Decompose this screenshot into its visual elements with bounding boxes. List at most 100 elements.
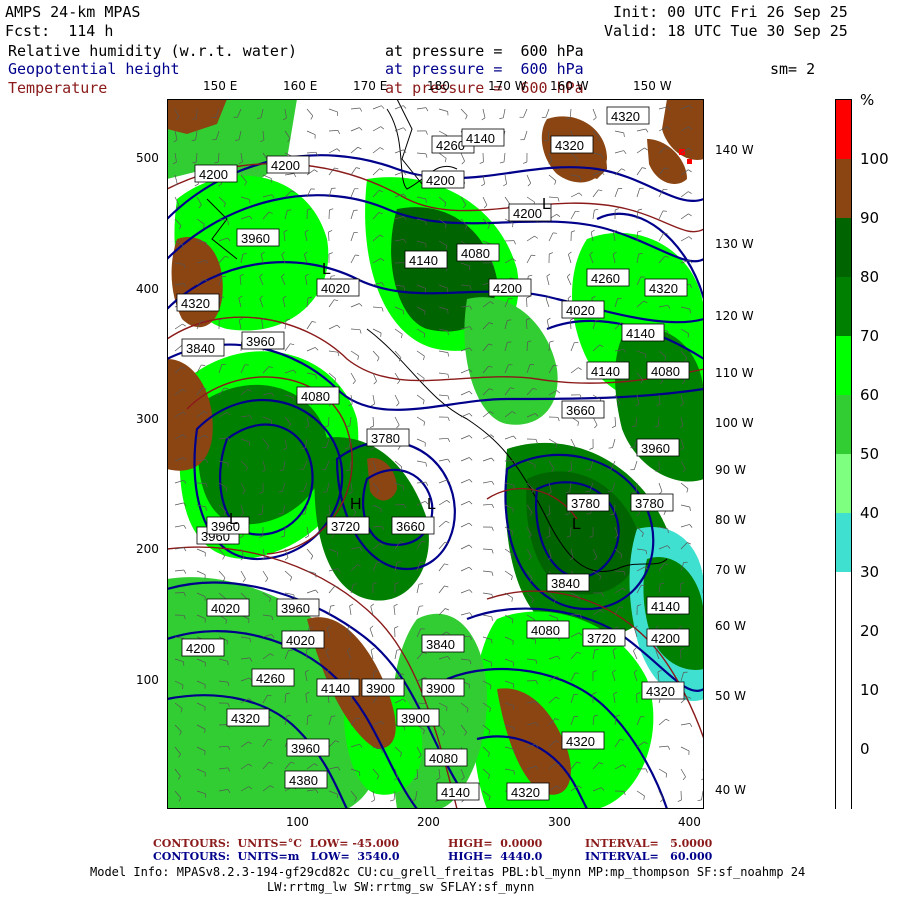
valid-time: Valid: 18 UTC Tue 30 Sep 25 xyxy=(604,22,848,40)
svg-text:4020: 4020 xyxy=(211,601,240,616)
colorbar-segment xyxy=(836,454,851,514)
colorbar-segment xyxy=(836,277,851,337)
svg-text:3900: 3900 xyxy=(426,681,455,696)
svg-text:3660: 3660 xyxy=(396,519,425,534)
svg-text:4380: 4380 xyxy=(289,773,318,788)
svg-text:4140: 4140 xyxy=(409,253,438,268)
wind-barb xyxy=(526,297,528,308)
lon-label-right: 70 W xyxy=(715,563,746,577)
contour-label: 3840 xyxy=(421,634,465,653)
contour-label: 4020 xyxy=(281,630,325,649)
contour-label: 3720 xyxy=(582,628,626,647)
colorbar-label: 0 xyxy=(860,740,870,758)
contour-label: 4080 xyxy=(296,386,340,405)
wind-barb-flag xyxy=(419,605,424,607)
wind-barb-flag xyxy=(531,254,536,256)
contour-label: 4200 xyxy=(646,628,690,647)
svg-text:4080: 4080 xyxy=(651,364,680,379)
contour-label: 4260 xyxy=(586,268,630,287)
contour-label: 4320 xyxy=(176,293,220,312)
y-tick: 100 xyxy=(136,673,159,687)
temp-contour-interval: INTERVAL= 5.0000 xyxy=(585,837,713,850)
wind-barb-flag xyxy=(575,210,580,213)
lon-label-top: 160 E xyxy=(283,79,318,93)
field-temp-name: Temperature xyxy=(8,79,108,97)
contour-label: 4140 xyxy=(621,323,665,342)
wind-barb-flag xyxy=(667,331,669,336)
x-tick: 400 xyxy=(678,815,701,829)
colorbar-label: 80 xyxy=(860,268,880,286)
contour-label: 3660 xyxy=(391,516,435,535)
colorbar-segment xyxy=(836,395,851,455)
contour-label: 4140 xyxy=(316,678,360,697)
colorbar-segment xyxy=(836,336,851,396)
contour-label: 4200 xyxy=(266,155,310,174)
colorbar-label: 20 xyxy=(860,622,880,640)
lon-label-right: 90 W xyxy=(715,463,746,477)
contour-label: 3900 xyxy=(421,678,465,697)
model-title: AMPS 24-km MPAS xyxy=(5,3,141,21)
contour-label: 4140 xyxy=(436,782,480,801)
wind-barb-flag xyxy=(353,583,358,585)
svg-text:4320: 4320 xyxy=(611,109,640,124)
contour-label: 3840 xyxy=(546,573,590,592)
svg-text:3960: 3960 xyxy=(641,441,670,456)
wind-barb-flag xyxy=(512,619,514,624)
contour-label: 4320 xyxy=(226,708,270,727)
lon-label-right: 120 W xyxy=(715,309,754,323)
lon-label-top: 170 E xyxy=(353,79,388,93)
contour-label: 4200 xyxy=(181,638,225,657)
svg-text:3780: 3780 xyxy=(571,496,600,511)
contour-label: 3720 xyxy=(326,516,370,535)
svg-text:3900: 3900 xyxy=(366,681,395,696)
low-marker: L xyxy=(542,196,551,213)
svg-text:3960: 3960 xyxy=(291,741,320,756)
lon-label-top: 150 W xyxy=(633,79,672,93)
smoothing-label: sm= 2 xyxy=(770,60,816,78)
colorbar-segment xyxy=(836,631,851,691)
contour-label: 4020 xyxy=(316,278,360,297)
wind-barb-flag xyxy=(663,188,668,191)
contour-label: 3840 xyxy=(181,338,225,357)
svg-text:4200: 4200 xyxy=(199,167,228,182)
svg-text:4200: 4200 xyxy=(426,173,455,188)
colorbar-label: 40 xyxy=(860,504,880,522)
svg-text:4140: 4140 xyxy=(441,785,470,800)
contour-label: 3960 xyxy=(241,331,285,350)
lon-label-right: 140 W xyxy=(715,143,754,157)
contour-label: 3780 xyxy=(566,493,610,512)
lon-label-top: 160 W xyxy=(550,79,589,93)
rh-height-temp-map: 4200 4200 3960 4020 3840 3960 4080 3780 … xyxy=(167,99,704,809)
wind-barb-flag xyxy=(490,685,492,690)
svg-text:3780: 3780 xyxy=(635,496,664,511)
high-marker: H xyxy=(350,496,362,513)
lon-label-right: 130 W xyxy=(715,237,754,251)
wind-barb xyxy=(526,680,537,682)
colorbar xyxy=(835,99,852,810)
contour-label: 4200 xyxy=(421,170,465,189)
svg-text:4320: 4320 xyxy=(181,296,210,311)
wind-barb-flag xyxy=(355,254,360,256)
contour-label: 4320 xyxy=(550,135,594,154)
svg-text:4020: 4020 xyxy=(566,303,595,318)
y-tick: 200 xyxy=(136,542,159,556)
svg-text:4020: 4020 xyxy=(286,633,315,648)
svg-text:3780: 3780 xyxy=(371,431,400,446)
wind-barb xyxy=(174,592,185,594)
svg-text:4320: 4320 xyxy=(231,711,260,726)
contour-label: 4140 xyxy=(461,128,505,147)
contour-label: 3960 xyxy=(236,228,280,247)
contour-label: 4020 xyxy=(561,300,605,319)
svg-text:4140: 4140 xyxy=(466,131,495,146)
lon-label-right: 40 W xyxy=(715,783,746,797)
lon-label-right: 60 W xyxy=(715,619,746,633)
svg-text:3840: 3840 xyxy=(426,637,455,652)
colorbar-segment xyxy=(836,572,851,632)
svg-text:4320: 4320 xyxy=(555,138,584,153)
wind-barb-flag xyxy=(227,661,229,666)
wind-barb-flag xyxy=(641,584,646,586)
svg-text:4140: 4140 xyxy=(321,681,350,696)
colorbar-segment xyxy=(836,513,851,573)
wind-barb-flag xyxy=(227,463,229,468)
model-info-physics: LW:rrtmg_lw SW:rrtmg_sw SFLAY:sf_mynn xyxy=(267,880,535,894)
